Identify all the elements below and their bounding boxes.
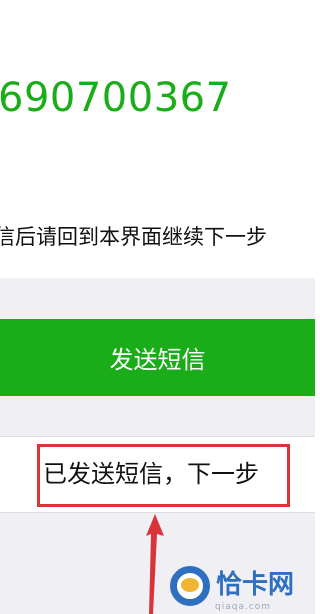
watermark-site-url: qiaqa.com (215, 602, 272, 612)
watermark-site-name: 恰卡网 (216, 570, 295, 600)
logo-center-icon (181, 578, 199, 592)
arrow-up-icon (146, 514, 164, 614)
highlight-annotation (37, 444, 290, 507)
instruction-text: 信后请回到本界面继续下一步 (0, 225, 267, 249)
phone-number: 690700367 (0, 75, 232, 121)
send-sms-button[interactable]: 发送短信 (0, 319, 315, 396)
